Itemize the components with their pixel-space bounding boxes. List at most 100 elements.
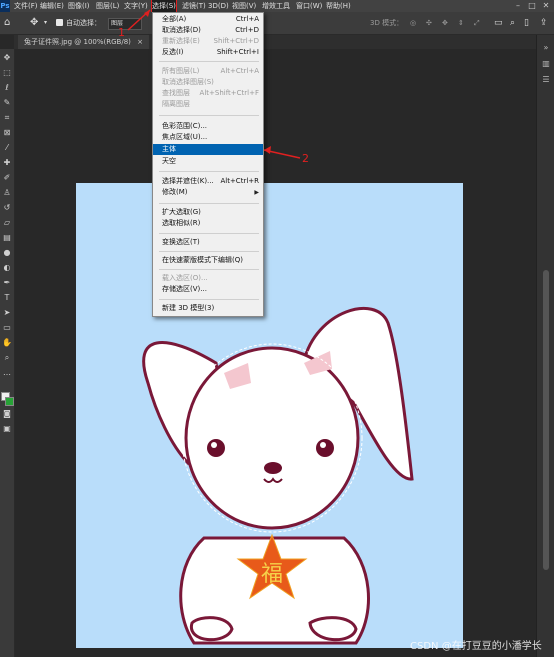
3d-scale-icon[interactable]: ⤢: [474, 16, 480, 30]
type-tool-icon[interactable]: T: [2, 293, 12, 303]
history-brush-tool-icon[interactable]: ↺: [2, 203, 12, 213]
annotation-label-1: 1: [118, 26, 125, 39]
brush-tool-icon[interactable]: ✐: [2, 173, 12, 183]
3d-pan-icon[interactable]: ✥: [442, 16, 448, 30]
share-icon[interactable]: ⇪: [540, 16, 548, 30]
menu-file[interactable]: 文件(F): [14, 0, 38, 12]
gradient-tool-icon[interactable]: ▤: [2, 233, 12, 243]
menu-select[interactable]: 选择(S): [151, 0, 177, 13]
home-icon[interactable]: ⌂: [4, 16, 10, 30]
save-selection-item[interactable]: 存储选区(V)...: [153, 284, 263, 295]
new-3d-model-item[interactable]: 新建 3D 模型(3): [153, 303, 263, 314]
blur-tool-icon[interactable]: ●: [2, 248, 12, 258]
similar-item[interactable]: 选取相似(R): [153, 218, 263, 229]
tool-preset-dropdown-icon[interactable]: ▾: [44, 16, 47, 30]
quick-mask-item[interactable]: 在快速蒙版模式下编辑(Q): [153, 255, 263, 266]
inverse-item[interactable]: 反选(I) Shift+Ctrl+I: [153, 47, 263, 58]
dodge-tool-icon[interactable]: ◐: [2, 263, 12, 273]
rectangle-tool-icon[interactable]: ▭: [2, 323, 12, 333]
deselect-item[interactable]: 取消选择(D) Ctrl+D: [153, 25, 263, 36]
load-selection-item[interactable]: 载入选区(O)...: [153, 273, 263, 284]
options-bar: ⌂ ✥ ▾ 自动选择： 图层 3D 模式： ◎ ✣ ✥ ⇕ ⤢ ▭ ⌕ ▯ ⇪: [0, 12, 554, 35]
select-all-item[interactable]: 全部(A) Ctrl+A: [153, 14, 263, 25]
reselect-item[interactable]: 重新选择(E) Shift+Ctrl+D: [153, 36, 263, 47]
auto-select-label: 自动选择：: [66, 19, 101, 27]
vertical-scrollbar[interactable]: [543, 270, 549, 570]
hand-tool-icon[interactable]: ✋: [2, 338, 12, 348]
quick-select-tool-icon[interactable]: ✎: [2, 98, 12, 108]
sky-item[interactable]: 天空: [153, 156, 263, 167]
eraser-tool-icon[interactable]: ▱: [2, 218, 12, 228]
menu-separator: [159, 171, 259, 172]
move-tool-icon[interactable]: ✥: [2, 53, 12, 63]
focus-area-item[interactable]: 焦点区域(U)...: [153, 132, 263, 143]
move-tool-icon[interactable]: ✥: [30, 16, 38, 30]
menu-bar: Ps 文件(F) 编辑(E) 图像(I) 图层(L) 文字(Y) 选择(S) 滤…: [0, 0, 554, 13]
healing-brush-tool-icon[interactable]: ✚: [2, 158, 12, 168]
menu-type[interactable]: 文字(Y): [124, 0, 148, 12]
color-range-item[interactable]: 色彩范围(C)...: [153, 121, 263, 132]
modify-item[interactable]: 修改(M) ▶: [153, 187, 263, 198]
zoom-tool-icon[interactable]: ⌕: [2, 353, 12, 363]
auto-select-target-select[interactable]: 图层: [108, 18, 142, 30]
menu-3d[interactable]: 3D(D): [208, 0, 229, 12]
watermark: CSDN @在打豆豆的小潘学长: [410, 641, 542, 652]
menu-plugins[interactable]: 增效工具: [262, 0, 290, 12]
close-tab-icon[interactable]: ×: [137, 38, 143, 46]
history-panel-icon[interactable]: ▥: [541, 59, 551, 69]
subject-item[interactable]: 主体: [153, 144, 263, 155]
all-layers-item[interactable]: 所有图层(L) Alt+Ctrl+A: [153, 66, 263, 77]
minimize-icon[interactable]: –: [512, 0, 524, 12]
workspace-icon[interactable]: ▯: [524, 16, 529, 30]
crop-tool-icon[interactable]: ⌗: [2, 113, 12, 123]
video-icon[interactable]: ▭: [494, 16, 503, 30]
menu-window[interactable]: 窗口(W): [296, 0, 322, 12]
deselect-layers-item[interactable]: 取消选择图层(S): [153, 77, 263, 88]
isolate-layers-item[interactable]: 隔离图层: [153, 99, 263, 110]
find-layers-item[interactable]: 查找图层 Alt+Shift+Ctrl+F: [153, 88, 263, 99]
more-tools-icon[interactable]: …: [2, 368, 12, 378]
properties-panel-icon[interactable]: ☰: [541, 75, 551, 85]
menu-layer[interactable]: 图层(L): [96, 0, 119, 12]
document-tab[interactable]: 兔子证件照.jpg @ 100%(RGB/8) ×: [18, 35, 149, 49]
3d-roll-icon[interactable]: ✣: [426, 16, 432, 30]
3d-slide-icon[interactable]: ⇕: [458, 16, 464, 30]
menu-view[interactable]: 视图(V): [232, 0, 256, 12]
menu-filter[interactable]: 滤镜(T): [182, 0, 206, 12]
grow-item[interactable]: 扩大选取(G): [153, 207, 263, 218]
auto-select-checkbox[interactable]: [56, 19, 63, 26]
menu-separator: [159, 269, 259, 270]
marquee-tool-icon[interactable]: ⬚: [2, 68, 12, 78]
document-tab-bar: 兔子证件照.jpg @ 100%(RGB/8) ×: [14, 35, 536, 49]
select-and-mask-item[interactable]: 选择并遮住(K)... Alt+Ctrl+R: [153, 176, 263, 187]
pen-tool-icon[interactable]: ✒: [2, 278, 12, 288]
menu-separator: [159, 115, 259, 116]
right-panel-strip: » ▥ ☰: [536, 35, 554, 657]
search-icon[interactable]: ⌕: [510, 16, 515, 30]
menu-help[interactable]: 帮助(H): [326, 0, 351, 12]
frame-tool-icon[interactable]: ⊠: [2, 128, 12, 138]
maximize-icon[interactable]: □: [526, 0, 538, 12]
screen-mode-icon[interactable]: ▣: [2, 424, 12, 434]
tools-panel: ✥ ⬚ ℓ ✎ ⌗ ⊠ ⁄ ✚ ✐ ♙ ↺ ▱ ▤ ● ◐ ✒ T ➤ ▭ ✋ …: [0, 49, 15, 657]
eyedropper-tool-icon[interactable]: ⁄: [2, 143, 12, 153]
close-window-icon[interactable]: ✕: [540, 0, 552, 12]
select-menu-dropdown: 全部(A) Ctrl+A 取消选择(D) Ctrl+D 重新选择(E) Shift+C…: [152, 12, 264, 317]
3d-orbit-icon[interactable]: ◎: [410, 16, 416, 30]
quick-mask-icon[interactable]: ◙: [2, 409, 12, 419]
lasso-tool-icon[interactable]: ℓ: [2, 83, 12, 93]
photoshop-logo-icon[interactable]: Ps: [0, 0, 10, 12]
document-tab-title: 兔子证件照.jpg @ 100%(RGB/8): [24, 38, 131, 46]
submenu-arrow-icon: ▶: [254, 189, 259, 196]
annotation-label-2: 2: [302, 152, 309, 165]
star-character: 福: [261, 562, 283, 587]
document-canvas[interactable]: 福: [76, 183, 463, 648]
background-color-swatch[interactable]: [5, 397, 14, 406]
menu-image[interactable]: 图像(I): [68, 0, 90, 12]
path-selection-tool-icon[interactable]: ➤: [2, 308, 12, 318]
clone-stamp-tool-icon[interactable]: ♙: [2, 188, 12, 198]
transform-selection-item[interactable]: 变换选区(T): [153, 237, 263, 248]
menu-edit[interactable]: 编辑(E): [40, 0, 64, 12]
panel-toggle-icon[interactable]: »: [541, 43, 551, 53]
menu-separator: [159, 233, 259, 234]
